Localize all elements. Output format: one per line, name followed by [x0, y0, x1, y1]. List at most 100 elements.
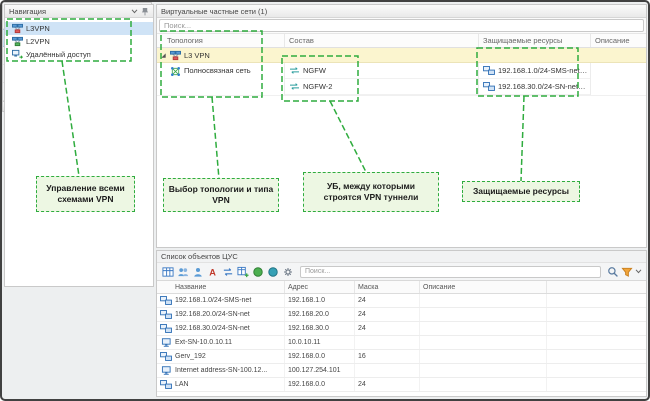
- objects-table-body: 192.168.1.0/24-SMS-net 192.168.1.0 24 192.1…: [157, 294, 646, 396]
- navigation-tree: L3VPN L2VPN Удалённый доступ: [5, 18, 153, 61]
- remote-access-icon: [12, 49, 23, 60]
- table-row[interactable]: LAN 192.168.0.0 24: [157, 378, 646, 392]
- ngfw-device-icon: [289, 66, 300, 75]
- column-header-address[interactable]: Адрес: [284, 281, 354, 293]
- tree-item-l3vpn[interactable]: L3VPN: [5, 22, 153, 35]
- table-row[interactable]: 192.168.1.0/24-SMS-net 192.168.1.0 24: [157, 294, 646, 308]
- pin-icon[interactable]: [141, 7, 149, 16]
- cell-description: [419, 322, 546, 335]
- cell-mask: 24: [354, 294, 419, 307]
- ngfw-device-icon: [289, 82, 300, 91]
- objects-panel-title: Список объектов ЦУС: [157, 251, 646, 263]
- cell-address: 192.168.0.0: [284, 350, 354, 363]
- chevron-down-icon[interactable]: [131, 8, 138, 14]
- column-header-resources[interactable]: Защищаемые ресурсы: [478, 34, 590, 47]
- column-header-description[interactable]: Описание: [419, 281, 546, 293]
- vpn-panel-title: Виртуальные частные сети (1): [161, 6, 268, 16]
- cell-mask: 24: [354, 308, 419, 321]
- resource-entry[interactable]: 192.168.30.0/24-SN-net…: [479, 79, 590, 95]
- cell-spacer: [546, 378, 646, 391]
- cell-mask: 24: [354, 322, 419, 335]
- column-header-name[interactable]: Название: [157, 281, 284, 293]
- cell-address: 192.168.1.0: [284, 294, 354, 307]
- resource-entry[interactable]: 192.168.1.0/24-SMS-net…: [479, 63, 590, 79]
- tree-item-l2vpn[interactable]: L2VPN: [5, 35, 153, 48]
- subnet-icon: [483, 65, 495, 76]
- search-icon[interactable]: [607, 266, 619, 278]
- cell-description: [419, 336, 546, 349]
- vpn-group-row[interactable]: L3 VPN: [157, 48, 646, 63]
- full-mesh-icon: [170, 66, 181, 77]
- vpn-group-icon: [170, 50, 181, 61]
- topology-cell: Полносвязная сеть: [157, 63, 284, 95]
- column-header-members[interactable]: Состав: [284, 34, 478, 47]
- members-cell: NGFW NGFW-2: [284, 63, 478, 95]
- vpn-table-header: Топология Состав Защищаемые ресурсы Опис…: [157, 34, 646, 48]
- column-header-description[interactable]: Описание: [590, 34, 646, 47]
- table-view-icon[interactable]: [161, 265, 174, 278]
- topology-row[interactable]: Полносвязная сеть NGFW NGFW-2 192.168.1.0…: [157, 63, 646, 96]
- cell-spacer: [546, 336, 646, 349]
- groups-icon[interactable]: [176, 265, 189, 278]
- column-header-mask[interactable]: Маска: [354, 281, 419, 293]
- vpn-search-input[interactable]: [159, 19, 644, 32]
- column-header-spacer: [546, 281, 646, 293]
- blue-status-icon[interactable]: [266, 265, 279, 278]
- tree-item-remote-access[interactable]: Удалённый доступ: [5, 48, 153, 61]
- vpn-panel-header: Виртуальные частные сети (1): [157, 5, 646, 18]
- objects-search-input[interactable]: [300, 265, 601, 278]
- table-row[interactable]: 192.168.20.0/24-SN-net 192.168.20.0 24: [157, 308, 646, 322]
- columns-icon[interactable]: [236, 265, 249, 278]
- filter-funnel-icon[interactable]: [621, 266, 633, 278]
- gear-icon[interactable]: [281, 265, 294, 278]
- cell-mask: [354, 336, 419, 349]
- column-header-topology[interactable]: Топология: [157, 34, 284, 47]
- subnet-icon: [157, 295, 175, 306]
- cell-description: [419, 350, 546, 363]
- objects-toolbar: A: [157, 263, 646, 281]
- transfer-icon[interactable]: [221, 265, 234, 278]
- member-entry[interactable]: NGFW-2: [285, 79, 478, 95]
- vpn-search-row: [157, 18, 646, 34]
- cell-spacer: [546, 364, 646, 377]
- table-row[interactable]: 192.168.30.0/24-SN-net 192.168.30.0 24: [157, 322, 646, 336]
- description-cell: [590, 63, 646, 95]
- table-row[interactable]: Ext-SN-10.0.10.11 10.0.10.11: [157, 336, 646, 350]
- objects-table-header: Название Адрес Маска Описание: [157, 281, 646, 294]
- cell-address: 192.168.20.0: [284, 308, 354, 321]
- navigation-panel-title: Навигация: [9, 6, 47, 16]
- objects-toolbar-icons: A: [161, 265, 294, 278]
- cell-address: 192.168.0.0: [284, 378, 354, 391]
- member-entry[interactable]: NGFW: [285, 63, 478, 79]
- svg-text:A: A: [209, 267, 216, 277]
- cell-spacer: [546, 294, 646, 307]
- objects-panel: Список объектов ЦУС A Название Адрес Мас…: [156, 250, 647, 397]
- cell-address: 10.0.10.11: [284, 336, 354, 349]
- cell-name: Gerv_192: [175, 353, 206, 360]
- vpn-group-label: L3 VPN: [184, 50, 210, 60]
- tree-item-label: L2VPN: [26, 37, 50, 46]
- annotation-callout-topology: Выбор топологии и типа VPN: [163, 178, 279, 212]
- cell-mask: 16: [354, 350, 419, 363]
- subnet-icon: [157, 379, 175, 390]
- font-icon[interactable]: A: [206, 265, 219, 278]
- expand-caret-icon[interactable]: [160, 52, 167, 59]
- cell-name: Internet address-SN-100.12...: [175, 367, 268, 374]
- user-icon[interactable]: [191, 265, 204, 278]
- table-row[interactable]: Internet address-SN-100.12... 100.127.254…: [157, 364, 646, 378]
- member-label: NGFW-2: [303, 82, 333, 91]
- resource-label: 192.168.30.0/24-SN-net…: [498, 82, 586, 91]
- filter-chevron-icon[interactable]: [635, 269, 642, 274]
- resource-label: 192.168.1.0/24-SMS-net…: [498, 66, 588, 75]
- subnet-icon: [157, 309, 175, 320]
- cell-name: Ext-SN-10.0.10.11: [175, 339, 233, 346]
- green-status-icon[interactable]: [251, 265, 264, 278]
- cell-description: [419, 364, 546, 377]
- navigation-panel-header: Навигация: [5, 5, 153, 18]
- annotation-callout-vpn-tunnels: УБ, между которыми строятся VPN туннели: [303, 172, 439, 212]
- annotation-callout-resources: Защищаемые ресурсы: [462, 181, 580, 202]
- annotation-callout-manage-vpn: Управление всеми схемами VPN: [36, 176, 135, 212]
- cell-description: [419, 378, 546, 391]
- table-row[interactable]: Gerv_192 192.168.0.0 16: [157, 350, 646, 364]
- subnet-icon: [157, 351, 175, 362]
